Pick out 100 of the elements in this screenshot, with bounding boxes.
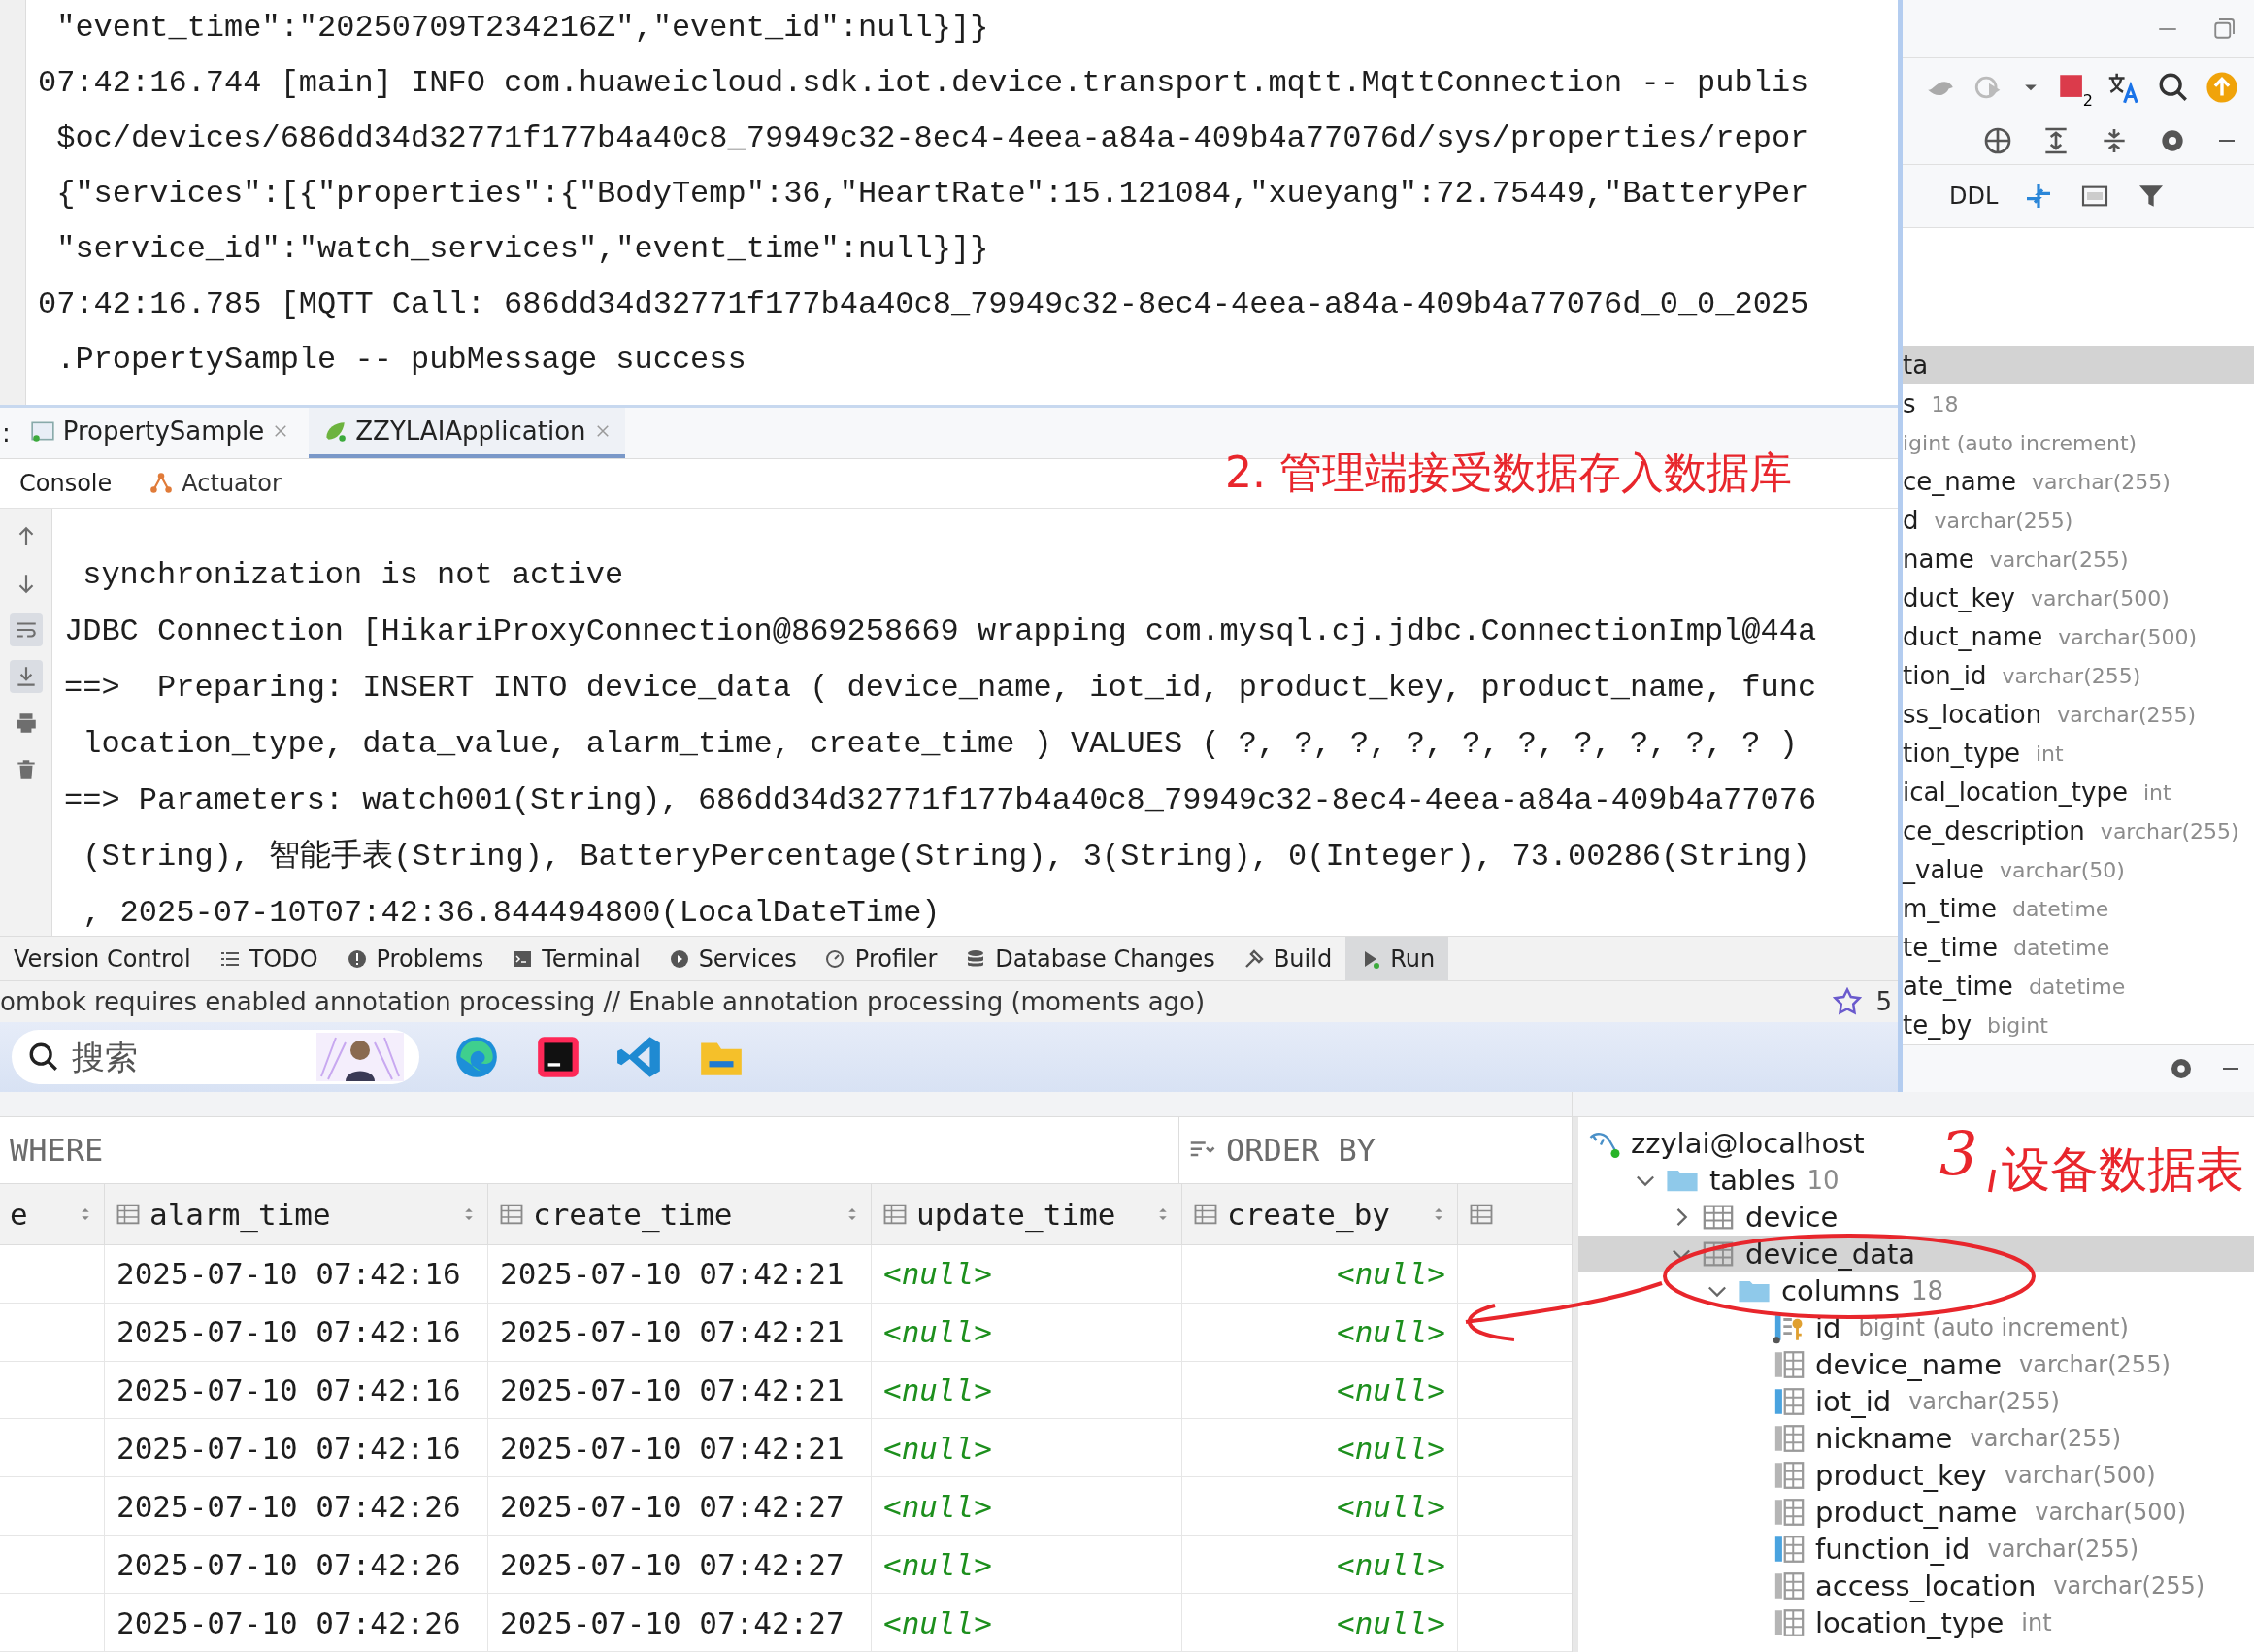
tree-item[interactable]: s 18 <box>1903 384 2254 423</box>
tree-item[interactable]: ical_location_type int <box>1903 773 2254 811</box>
search-field[interactable]: 搜索 <box>70 1037 307 1077</box>
tree-item[interactable]: access_location varchar(255) <box>1578 1568 2213 1604</box>
column-header[interactable]: e <box>0 1183 105 1244</box>
tree-item[interactable]: name varchar(255) <box>1903 540 2254 578</box>
column-type: varchar(255) <box>2002 663 2141 688</box>
annotation-text: 2. 管理端接受数据存入数据库 <box>1225 446 1792 499</box>
tool-window-tab[interactable]: Database Changes <box>950 937 1229 980</box>
tree-item[interactable]: te_by bigint <box>1903 1006 2254 1044</box>
tree-item[interactable]: product_name varchar(500) <box>1578 1494 2195 1531</box>
tree-item[interactable]: ce_name varchar(255) <box>1903 462 2254 501</box>
tree-label: location_type <box>1815 1606 2005 1639</box>
column-type: varchar(255) <box>1934 508 2073 533</box>
column-type: varchar(255) <box>2032 469 2171 494</box>
tree-item[interactable]: location_type int <box>1578 1604 2060 1641</box>
order-by-field[interactable]: ORDER BY <box>1224 1130 1519 1170</box>
tree-item[interactable]: zzylai@localhost <box>1578 1125 1873 1162</box>
column-header[interactable]: create_by <box>1182 1183 1458 1244</box>
table-cell: <null> <box>872 1477 1182 1536</box>
tree-item[interactable]: d varchar(255) <box>1903 501 2254 540</box>
column-type: varchar(255) <box>2019 1351 2171 1378</box>
tree-item[interactable]: ce_description varchar(255) <box>1903 811 2254 850</box>
tree-label: duct_key <box>1903 583 2015 612</box>
column-header[interactable]: create_time <box>488 1183 872 1244</box>
table-cell: <null> <box>1182 1594 1458 1651</box>
column-type: varchar(255) <box>2100 818 2239 843</box>
tree-label: product_key <box>1815 1459 1987 1492</box>
where-field[interactable]: WHERE <box>8 1130 303 1170</box>
column-icon <box>1773 1459 1806 1492</box>
table-cell: 2025-07-10 07:42:16 <box>105 1244 488 1303</box>
column-header[interactable]: alarm_time <box>105 1183 488 1244</box>
tree-item[interactable]: device_name varchar(255) <box>1578 1346 2178 1383</box>
tree-item[interactable]: te_time datetime <box>1903 928 2254 967</box>
column-icon <box>1773 1385 1806 1418</box>
actuator-icon <box>149 471 175 496</box>
tree-item[interactable]: ta <box>1903 346 2254 384</box>
search-box[interactable]: 搜索 <box>12 1030 419 1084</box>
tree-item[interactable]: tables 10 <box>1578 1162 1847 1199</box>
annotation-stroke <box>1988 1169 1996 1193</box>
table-cell: 2025-07-10 07:42:16 <box>105 1419 488 1477</box>
tool-window-tab[interactable]: Run <box>1345 937 1449 980</box>
column-type: datetime <box>2012 935 2110 960</box>
tool-window-tab[interactable]: Problems <box>331 937 498 980</box>
tree-item[interactable]: duct_name varchar(500) <box>1903 617 2254 656</box>
tree-item[interactable]: function_id varchar(255) <box>1578 1531 2147 1568</box>
tree-item[interactable]: columns 18 <box>1578 1272 1951 1309</box>
tree-item[interactable]: iot_id varchar(255) <box>1578 1383 2068 1420</box>
column-icon <box>1773 1348 1806 1381</box>
tree-item[interactable]: tion_id varchar(255) <box>1903 656 2254 695</box>
tree-item[interactable]: nickname varchar(255) <box>1578 1420 2130 1457</box>
annotation-number: 3 <box>1939 1118 1978 1189</box>
tree-item[interactable]: m_time datetime <box>1903 889 2254 928</box>
tree-item[interactable]: ss_location varchar(255) <box>1903 695 2254 734</box>
log-line: ==> Preparing: INSERT INTO device_data ( device_name, iot_id, product_key, product_name, func <box>64 669 1817 708</box>
tree-item[interactable]: duct_key varchar(500) <box>1903 578 2254 617</box>
process-tab[interactable]: PropertySample <box>16 408 304 458</box>
table-cell: <null> <box>872 1419 1182 1477</box>
column-type: datetime <box>2028 974 2126 999</box>
log-line: location_type, data_value, alarm_time, create_time ) VALUES ( ?, ?, ?, ?, ?, ?, ?, ?, ?, ? ) <box>82 725 1798 764</box>
tree-label: ce_description <box>1903 816 2085 845</box>
column-icon <box>1773 1606 1806 1639</box>
table-cell: 2025-07-10 07:42:26 <box>105 1536 488 1594</box>
tree-item[interactable]: product_key varchar(500) <box>1578 1457 2164 1494</box>
tree-item[interactable]: _value varchar(50) <box>1903 850 2254 889</box>
log-line: synchronization is not active <box>82 556 624 595</box>
table-cell: 2025-07-10 07:42:27 <box>488 1536 872 1594</box>
tool-window-tab[interactable]: Services <box>653 937 811 980</box>
tool-window-tab[interactable]: Terminal <box>497 937 654 980</box>
item-count: 18 <box>1910 1276 1943 1305</box>
table-cell: 2025-07-10 07:42:26 <box>105 1594 488 1651</box>
ddl-button[interactable]: DDL <box>1949 182 1999 210</box>
tree-item[interactable]: ate_time datetime <box>1903 967 2254 1006</box>
tree-item[interactable]: tion_type int <box>1903 734 2254 773</box>
tree-item[interactable]: device_data <box>1578 1236 2254 1272</box>
annotation-text: 设备数据表 <box>2002 1140 2244 1200</box>
tree-label: tion_type <box>1903 739 2020 768</box>
tree-label: device_data <box>1745 1238 1916 1271</box>
log-line: (String), 智能手表(String), BatteryPercentage(String), 3(String), 0(Integer), 73.00286(String) <box>82 838 1810 876</box>
tree-label: ss_location <box>1903 700 2042 729</box>
column-type: varchar(50) <box>2000 857 2125 882</box>
tool-window-tab[interactable]: Profiler <box>810 937 951 980</box>
status-text: 5 <box>1875 987 1892 1016</box>
column-type: int <box>2035 741 2064 766</box>
column-header[interactable]: update_time <box>872 1183 1182 1244</box>
tree-label: device_name <box>1815 1348 2002 1381</box>
log-line: ==> Parameters: watch001(String), 686dd34d32771f177b4a40c8_79949c32-8ec4-4eea-a84a-409b4a77076 <box>64 781 1817 820</box>
tool-window-tab[interactable]: TODO <box>204 937 332 980</box>
tree-label: name <box>1903 545 1974 574</box>
tree-item[interactable]: device <box>1578 1199 1846 1236</box>
process-tab[interactable]: ZZYLAIApplication <box>309 408 625 458</box>
console-tab[interactable]: Actuator <box>135 464 295 503</box>
tool-window-tab[interactable]: Version Control <box>0 937 205 980</box>
column-type: varchar(255) <box>1970 1425 2122 1452</box>
log-line: 07:42:16.744 [main] INFO com.huaweicloud.sdk.iot.device.transport.mqtt.MqttConnection -- publis <box>38 64 1809 103</box>
assistant-icon[interactable] <box>1833 987 1863 1016</box>
log-line: "event_time":"20250709T234216Z","event_id":null}]} <box>55 9 989 48</box>
tool-window-tab[interactable]: Build <box>1228 937 1346 980</box>
log-line: .PropertySample -- pubMessage success <box>55 341 746 380</box>
tree-label: access_location <box>1815 1569 2037 1602</box>
